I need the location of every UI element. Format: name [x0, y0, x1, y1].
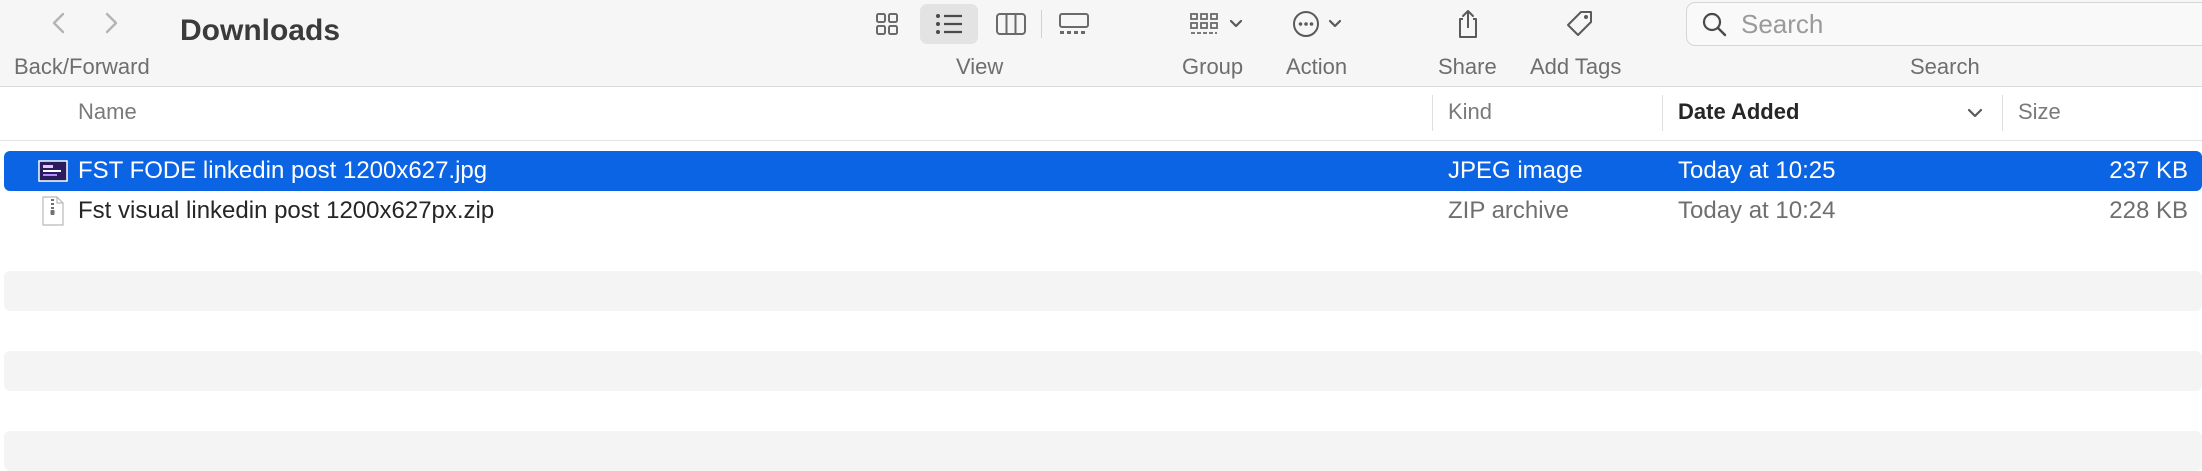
- view-label: View: [956, 54, 1004, 79]
- action-button[interactable]: [1286, 4, 1348, 44]
- chevron-down-icon: [1229, 19, 1243, 28]
- file-name: Fst visual linkedin post 1200x627px.zip: [78, 197, 495, 224]
- file-date-added: Today at 10:25: [1678, 157, 1836, 184]
- chevron-down-icon: [1328, 19, 1342, 28]
- list-view-button[interactable]: [920, 4, 978, 44]
- add-tags-button[interactable]: [1560, 4, 1600, 44]
- file-row[interactable]: FST FODE linkedin post 1200x627.jpg JPEG…: [4, 151, 2202, 191]
- toolbar: Back/Forward Downloads View Group Action…: [0, 0, 2202, 87]
- columns-view-icon: [996, 13, 1026, 35]
- chevron-left-icon: [52, 12, 65, 34]
- file-row[interactable]: Fst visual linkedin post 1200x627px.zip …: [4, 191, 2202, 231]
- group-icon: [1190, 13, 1218, 34]
- gallery-view-icon: [1059, 13, 1089, 34]
- back-button[interactable]: [42, 6, 76, 40]
- group-button[interactable]: [1180, 4, 1252, 44]
- column-header: Name Kind Date Added Size: [0, 87, 2202, 141]
- column-divider[interactable]: [1432, 95, 1433, 131]
- share-icon: [1459, 10, 1477, 38]
- forward-button[interactable]: [94, 6, 128, 40]
- file-kind: ZIP archive: [1448, 197, 1569, 224]
- chevron-right-icon: [105, 12, 118, 34]
- file-size: 237 KB: [2109, 157, 2188, 184]
- empty-row: [4, 431, 2202, 471]
- add-tags-label: Add Tags: [1530, 54, 1622, 79]
- search-icon: [1702, 12, 1727, 37]
- list-view-icon: [936, 14, 962, 34]
- file-date-added: Today at 10:24: [1678, 197, 1836, 224]
- icons-view-icon: [876, 13, 898, 35]
- file-kind: JPEG image: [1448, 157, 1583, 184]
- file-name: FST FODE linkedin post 1200x627.jpg: [78, 157, 488, 184]
- column-header-kind[interactable]: Kind: [1448, 99, 1492, 125]
- search-field[interactable]: [1686, 2, 2202, 46]
- column-header-date-added[interactable]: Date Added: [1678, 99, 1799, 125]
- share-button[interactable]: [1448, 4, 1488, 44]
- column-header-size[interactable]: Size: [2018, 99, 2061, 125]
- column-view-button[interactable]: [990, 4, 1032, 44]
- column-header-name[interactable]: Name: [78, 99, 137, 125]
- back-forward-label: Back/Forward: [14, 54, 150, 79]
- gallery-view-button[interactable]: [1052, 4, 1096, 44]
- sort-descending-chevron-icon[interactable]: [1966, 107, 1984, 121]
- window-title: Downloads: [180, 14, 341, 47]
- search-label: Search: [1910, 54, 1980, 79]
- search-input[interactable]: [1739, 7, 2163, 41]
- column-divider[interactable]: [2002, 95, 2003, 131]
- share-label: Share: [1438, 54, 1497, 79]
- action-label: Action: [1286, 54, 1348, 79]
- zip-file-icon: [42, 196, 64, 226]
- group-label: Group: [1182, 54, 1244, 79]
- jpeg-thumbnail-icon: [38, 160, 68, 182]
- empty-row: [4, 271, 2202, 311]
- ellipsis-circle-icon: [1293, 11, 1319, 37]
- toolbar-divider: [1041, 10, 1042, 38]
- tag-icon: [1567, 11, 1592, 36]
- file-size: 228 KB: [2109, 197, 2188, 224]
- column-divider[interactable]: [1662, 95, 1663, 131]
- empty-row: [4, 351, 2202, 391]
- icon-view-button[interactable]: [866, 4, 908, 44]
